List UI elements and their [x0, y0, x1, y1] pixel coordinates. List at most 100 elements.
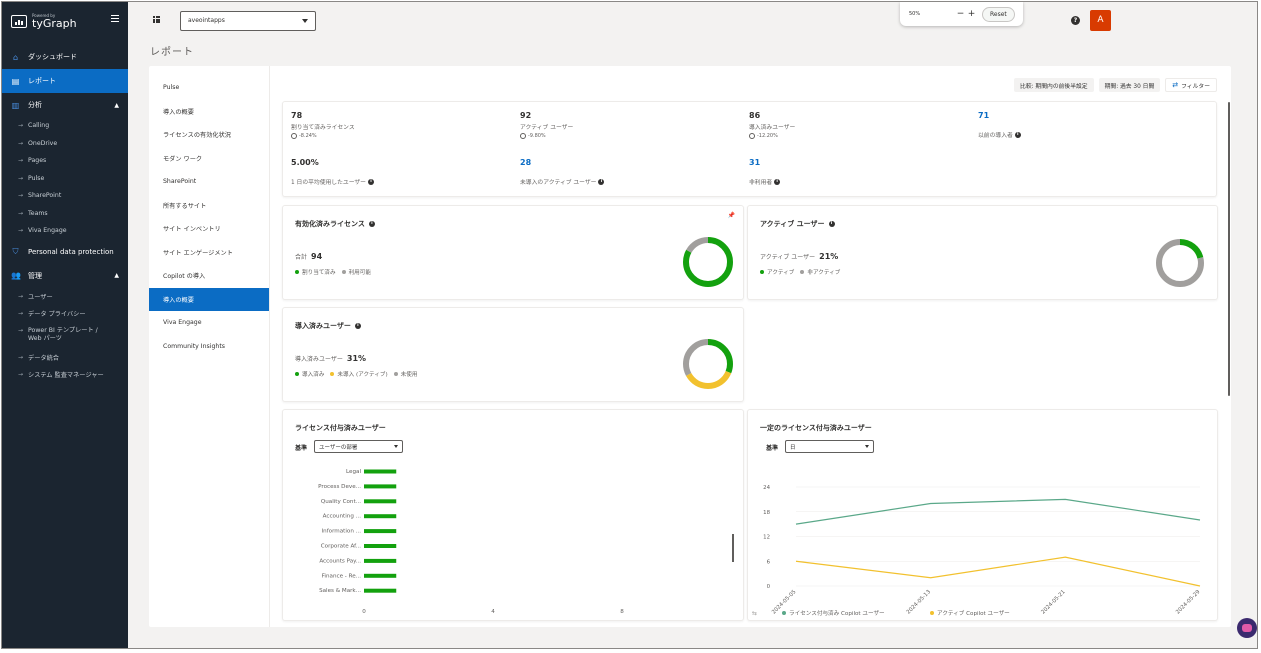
kpi-active-users: 92 アクティブ ユーザー -9.80%: [520, 111, 573, 139]
legend-label: 割り当て済み: [302, 270, 336, 276]
sidebar-subitem-onedrive[interactable]: → OneDrive: [2, 135, 128, 153]
kpi-value[interactable]: 28: [520, 158, 604, 167]
zoom-out-button[interactable]: −: [955, 9, 966, 19]
kpi-label: アクティブ ユーザー: [520, 125, 574, 131]
bar[interactable]: [364, 558, 397, 563]
sidebar-subitem-sharepoint[interactable]: → SharePoint: [2, 187, 128, 205]
sidebar-subitem-calling[interactable]: → Calling: [2, 117, 128, 135]
bar[interactable]: [364, 573, 397, 578]
bar[interactable]: [364, 499, 397, 504]
zoom-in-button[interactable]: +: [966, 9, 977, 19]
info-icon[interactable]: i: [367, 178, 374, 185]
info-icon[interactable]: i: [598, 178, 605, 185]
bar[interactable]: [364, 529, 397, 534]
kpi-previous-adopters[interactable]: 71 以前の導入者 i: [978, 111, 1021, 139]
subnav-item-site-inventory[interactable]: サイト インベントリ: [149, 217, 269, 241]
avatar[interactable]: A: [1090, 10, 1111, 31]
subnav-item-site-engagement[interactable]: サイト エンゲージメント: [149, 241, 269, 265]
sidebar-subitem-data-integration[interactable]: → データ統合: [2, 349, 128, 367]
bar[interactable]: [364, 514, 397, 519]
bar[interactable]: [364, 544, 397, 548]
brand[interactable]: Powered by tyGraph: [2, 2, 128, 40]
tenant-dropdown[interactable]: aveointapps: [180, 11, 316, 31]
bar-category-label: Information ...: [322, 529, 362, 535]
sidebar-subitem-users[interactable]: → ユーザー: [2, 288, 128, 306]
info-icon[interactable]: i: [828, 221, 835, 227]
page-scrollbar[interactable]: [1228, 102, 1230, 396]
subnav-item-sharepoint[interactable]: SharePoint: [149, 170, 269, 194]
donut-caption-value: 21%: [819, 252, 839, 261]
bar[interactable]: [364, 469, 397, 474]
sidebar-subitem-powerbi-templates[interactable]: → Power BI テンプレート / Web パーツ: [2, 323, 128, 349]
group-by-dropdown[interactable]: ユーザーの部署: [314, 440, 403, 453]
kpi-non-users[interactable]: 31 非利用者 i: [749, 158, 781, 186]
legend-swatch: [393, 372, 398, 376]
filter-button[interactable]: ⇄ フィルター: [1165, 78, 1217, 92]
info-icon[interactable]: i: [774, 178, 781, 185]
kpi-change: -9.80%: [520, 133, 573, 139]
bar[interactable]: [364, 588, 397, 593]
subnav-item-community-insights[interactable]: Community Insights: [149, 335, 269, 359]
filter-bar: 比較: 期間内の前後半設定 期間: 過去 30 日間 ⇄ フィルター: [1014, 78, 1217, 92]
hamburger-menu-icon[interactable]: [111, 15, 119, 22]
bar-category-label: Finance - Re...: [322, 573, 362, 579]
app-launcher-icon[interactable]: [153, 16, 160, 23]
sidebar-item-personal-data-protection[interactable]: ⛉ Personal data protection: [2, 240, 128, 264]
sidebar-subitem-data-privacy[interactable]: → データ プライバシー: [2, 305, 128, 323]
kpi-value[interactable]: 71: [978, 111, 1021, 120]
kpi-panel: 78 割り当て済みライセンス -8.24% 92 アクティブ ユーザー -9.8…: [282, 101, 1217, 197]
interval-dropdown[interactable]: 日: [785, 440, 874, 453]
info-icon[interactable]: i: [368, 221, 375, 227]
kpi-not-adopted-active[interactable]: 28 未導入のアクティブ ユーザー i: [520, 158, 605, 186]
subnav-item-copilot-overview[interactable]: 導入の概要: [149, 287, 269, 311]
active-users-donut-chart[interactable]: [1154, 237, 1206, 289]
dropdown-value: ユーザーの部署: [319, 445, 358, 451]
kpi-value[interactable]: 31: [749, 158, 780, 167]
sidebar-subitem-label: SharePoint: [28, 192, 62, 200]
legend-scroll-icon[interactable]: ⇆: [752, 610, 757, 617]
bar[interactable]: [364, 484, 397, 489]
chat-assistant-button[interactable]: [1237, 618, 1257, 638]
subnav-item-copilot-adoption[interactable]: Copilot の導入: [149, 264, 269, 288]
subnav-item-viva-engage[interactable]: Viva Engage: [149, 311, 269, 335]
help-icon[interactable]: ?: [1071, 16, 1080, 25]
app-frame: Powered by tyGraph ⌂ ダッシュボード ▤ レポート ▥ 分析…: [1, 1, 1258, 649]
dropdown-value: 日: [790, 445, 796, 451]
filter-icon: ⇄: [1172, 81, 1179, 89]
donut-legend: アクティブ 非アクティブ: [760, 268, 840, 276]
sidebar-item-admin[interactable]: 👥 管理 ▲: [2, 264, 128, 288]
legend-label[interactable]: アクティブ Copilot ユーザー: [937, 609, 1010, 617]
adopted-users-donut-chart[interactable]: [681, 337, 735, 391]
subnav-item-adoption-overview[interactable]: 導入の概要: [149, 100, 269, 124]
sidebar-item-reports[interactable]: ▤ レポート: [2, 69, 128, 93]
sidebar-subitem-teams[interactable]: → Teams: [2, 205, 128, 223]
legend-label[interactable]: ライセンス付与済み Copilot ユーザー: [789, 609, 885, 617]
sidebar-subitem-pages[interactable]: → Pages: [2, 152, 128, 170]
sidebar-subitem-pulse[interactable]: → Pulse: [2, 170, 128, 188]
sidebar-item-dashboard[interactable]: ⌂ ダッシュボード: [2, 45, 128, 69]
sidebar-item-label: ダッシュボード: [28, 53, 77, 61]
info-icon[interactable]: i: [354, 323, 361, 329]
sidebar-subitem-viva-engage[interactable]: → Viva Engage: [2, 222, 128, 240]
kpi-assigned-licenses: 78 割り当て済みライセンス -8.24%: [291, 111, 355, 139]
legend-swatch: [760, 270, 764, 274]
zoom-reset-button[interactable]: Reset: [982, 6, 1015, 22]
subnav-item-pulse[interactable]: Pulse: [149, 76, 269, 100]
sidebar-subitem-audit-manager[interactable]: → システム 監査マネージャー: [2, 366, 128, 384]
kpi-label: 以前の導入者 i: [978, 130, 1021, 139]
sidebar-item-analytics[interactable]: ▥ 分析 ▲: [2, 93, 128, 117]
subnav-item-modern-work[interactable]: モダン ワーク: [149, 147, 269, 171]
subnav-item-owned-sites[interactable]: 所有するサイト: [149, 194, 269, 218]
licenses-donut-chart[interactable]: [681, 235, 735, 289]
sidebar-item-label: レポート: [28, 77, 56, 85]
compare-button[interactable]: 比較: 期間内の前後半設定: [1014, 78, 1094, 92]
period-button[interactable]: 期間: 過去 30 日間: [1098, 78, 1161, 92]
bar-category-label: Process Deve...: [318, 484, 361, 490]
pin-icon[interactable]: 📌: [728, 212, 735, 219]
donut-caption: 導入済みユーザー 31%: [295, 354, 366, 363]
info-icon[interactable]: i: [1014, 131, 1021, 138]
subnav-item-license-activation[interactable]: ライセンスの有効化状況: [149, 123, 269, 147]
chart-scrollbar[interactable]: [732, 534, 734, 562]
compare-label: 比較: 期間内の前後半設定: [1020, 83, 1088, 90]
legend-label: 未使用: [400, 372, 418, 378]
